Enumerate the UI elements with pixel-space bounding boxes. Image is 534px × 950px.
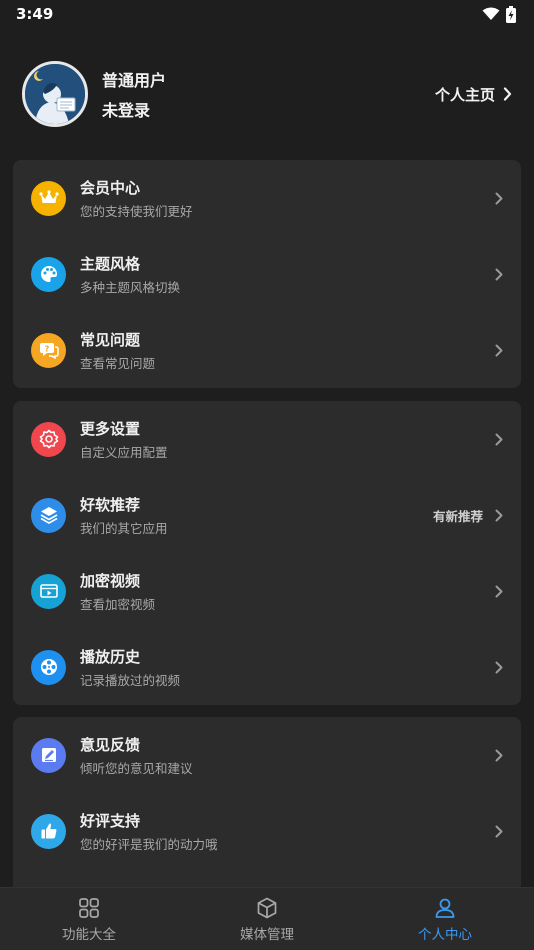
tab-label: 功能大全 [62,926,116,943]
menu-item-theme-style[interactable]: 主题风格 多种主题风格切换 [13,236,521,312]
menu-item-title: 常见问题 [80,330,141,349]
menu-item-play-history[interactable]: 播放历史 记录播放过的视频 [13,629,521,705]
avatar-illustration [25,64,85,124]
menu-item-title: 主题风格 [80,254,141,273]
menu-item-text: 好评支持 您的好评是我们的动力哦 [80,810,218,853]
menu-item-subtitle: 您的好评是我们的动力哦 [80,836,218,852]
homepage-label: 个人主页 [434,85,495,104]
chevron-right-icon [495,661,503,673]
menu-item-subtitle: 倾听您的意见和建议 [80,760,193,776]
gear-icon [31,421,66,457]
chevron-right-icon [495,585,503,597]
menu-group-3: 意见反馈 倾听您的意见和建议 好评支持 您的好评是我们的动力哦 [13,717,521,897]
login-status[interactable]: 未登录 [102,97,166,121]
palette-icon [31,256,66,292]
menu-item-subtitle: 您的支持使我们更好 [80,203,193,219]
menu-item-subtitle: 自定义应用配置 [80,444,168,460]
new-recommend-badge: 有新推荐 [432,508,483,524]
menu-item-subtitle: 查看常见问题 [80,355,156,371]
battery-charging-icon [506,5,516,23]
menu-item-subtitle: 多种主题风格切换 [80,279,181,295]
profile-text: 普通用户 未登录 [102,67,166,121]
chevron-right-icon [495,192,503,204]
menu-item-trailing: 有新推荐 [433,506,503,525]
menu-item-trailing [495,825,503,838]
homepage-link[interactable]: 个人主页 [435,84,512,105]
avatar[interactable] [22,61,88,127]
thumbs-up-icon [31,813,66,849]
menu-item-trailing [495,433,503,446]
tab-features[interactable]: 功能大全 [0,888,178,950]
menu-item-text: 意见反馈 倾听您的意见和建议 [80,734,193,777]
menu-item-subtitle: 查看加密视频 [80,596,156,612]
menu-item-subtitle: 记录播放过的视频 [80,672,181,688]
question-chat-icon: ? [31,332,66,368]
menu-item-title: 加密视频 [80,571,141,590]
menu-item-title: 播放历史 [80,647,141,666]
status-bar: 3:49 [0,0,534,28]
tab-label: 媒体管理 [240,926,294,943]
status-icons [482,5,516,23]
menu-item-text: 加密视频 查看加密视频 [80,570,155,613]
grid-icon [79,897,99,918]
menu-item-text: 常见问题 查看常见问题 [80,329,155,372]
crown-icon [31,180,66,216]
svg-text:?: ? [44,345,49,354]
layers-icon [31,497,66,533]
bottom-tab-bar: 功能大全 媒体管理 个人中心 [0,887,534,950]
menu-item-text: 会员中心 您的支持使我们更好 [80,177,193,220]
menu-item-text: 播放历史 记录播放过的视频 [80,646,180,689]
menu-item-subtitle: 我们的其它应用 [80,520,168,536]
menu-item-text: 好软推荐 我们的其它应用 [80,494,168,537]
menu-group-1: 会员中心 您的支持使我们更好 主题风格 多种主题风格切换 ? 常见问题 查看常见… [13,160,521,388]
chevron-right-icon [495,825,503,837]
chevron-right-icon [495,433,503,445]
menu-item-title: 意见反馈 [80,735,141,754]
chevron-right-icon [503,87,512,101]
film-reel-icon [31,649,66,685]
menu-item-feedback[interactable]: 意见反馈 倾听您的意见和建议 [13,717,521,793]
chevron-right-icon [495,749,503,761]
video-icon [31,573,66,609]
menu-group-2: 更多设置 自定义应用配置 好软推荐 我们的其它应用 有新推荐 加密视频 查看加密… [13,401,521,705]
chevron-right-icon [495,344,503,356]
chevron-right-icon [495,268,503,280]
menu-item-text: 主题风格 多种主题风格切换 [80,253,180,296]
menu-item-trailing [495,192,503,205]
menu-item-title: 更多设置 [80,419,141,438]
menu-item-trailing [495,344,503,357]
edit-icon [31,737,66,773]
wifi-icon [482,7,500,20]
menu-item-title: 会员中心 [80,178,141,197]
user-icon [435,898,455,918]
menu-item-app-recommend[interactable]: 好软推荐 我们的其它应用 有新推荐 [13,477,521,553]
profile-header[interactable]: 普通用户 未登录 个人主页 [0,58,534,130]
menu-item-faq[interactable]: ? 常见问题 查看常见问题 [13,312,521,388]
menu-item-trailing [495,585,503,598]
menu-item-trailing [495,661,503,674]
tab-personal-center[interactable]: 个人中心 [356,888,534,950]
chevron-right-icon [495,509,503,521]
status-time: 3:49 [16,5,54,23]
menu-item-vip-center[interactable]: 会员中心 您的支持使我们更好 [13,160,521,236]
menu-item-trailing [495,749,503,762]
menu-item-title: 好软推荐 [80,495,141,514]
menu-item-text: 更多设置 自定义应用配置 [80,418,168,461]
menu-item-more-settings[interactable]: 更多设置 自定义应用配置 [13,401,521,477]
profile-name: 普通用户 [102,71,167,90]
tab-media-management[interactable]: 媒体管理 [178,888,356,950]
menu-item-title: 好评支持 [80,811,141,830]
box-icon [257,897,277,918]
menu-item-encrypted-video[interactable]: 加密视频 查看加密视频 [13,553,521,629]
tab-label: 个人中心 [418,926,472,943]
menu-item-trailing [495,268,503,281]
menu-item-rate-support[interactable]: 好评支持 您的好评是我们的动力哦 [13,793,521,869]
